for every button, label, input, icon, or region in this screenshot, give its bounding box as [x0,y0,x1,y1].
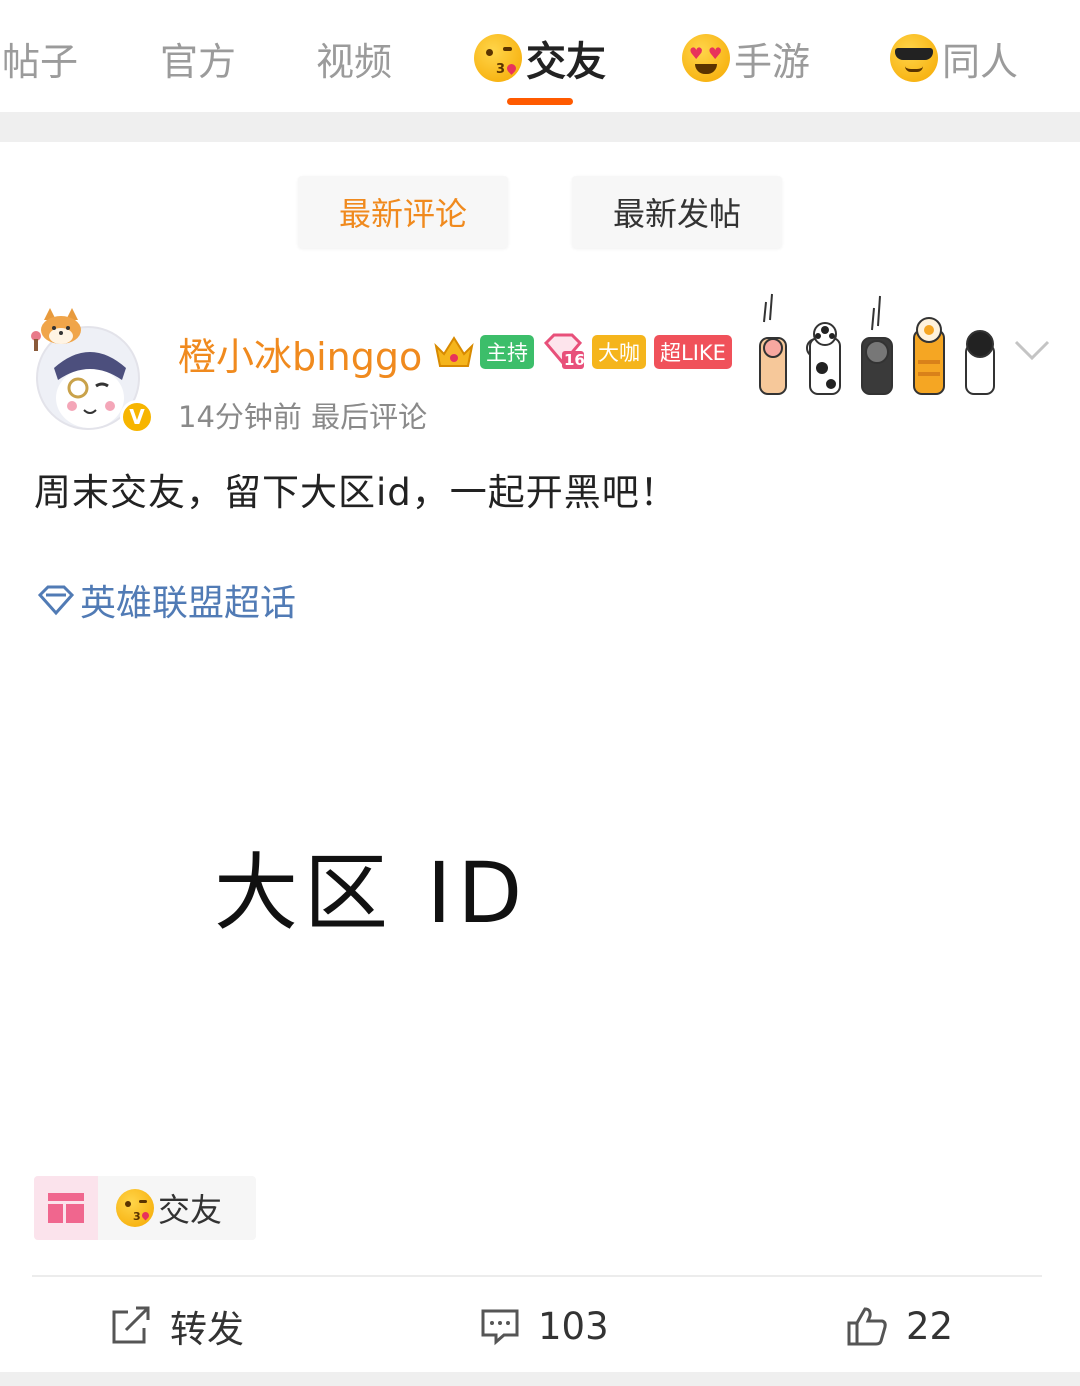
shiba-dog-icon [31,308,81,351]
vip-level: 16 [564,351,585,369]
tab-label: 同人 [942,39,1019,84]
topic-label: 英雄联盟超话 [80,583,297,624]
active-tab-indicator [507,98,573,105]
repost-icon [112,1306,150,1344]
thumbs-up-icon [847,1307,887,1346]
avatar[interactable]: V [30,306,154,434]
tab-official[interactable]: 官方 [160,28,236,88]
tab-mobile-games[interactable]: ♥ ♥ 手游 [682,28,810,88]
tab-fan-works[interactable]: 同人 [890,28,1018,88]
like-button[interactable]: 22 [846,1298,953,1354]
sort-latest-comment-button[interactable]: 最新评论 [298,176,508,248]
post-image[interactable]: 大区 ID [34,650,1044,1150]
image-text: 大区 ID [214,844,529,942]
sort-label: 最新发帖 [612,195,741,233]
tab-label: 官方 [160,39,237,84]
section-separator [0,112,1080,142]
layout-icon [48,1193,84,1223]
tag-label: 3 交友 [116,1185,222,1231]
big-shot-badge: 大咖 [592,335,646,369]
sunglasses-face-icon [890,34,938,82]
diamond-icon [37,585,75,616]
user-badges: 主持 16 大咖 超LIKE [432,332,740,372]
tag-icon-box [34,1176,98,1240]
action-divider [32,1275,1042,1277]
vip-diamond-icon: 16 [542,333,586,371]
like-count: 22 [906,1304,954,1348]
tab-label: 交友 [526,39,606,85]
post-tag-chip[interactable]: 3 交友 [34,1176,256,1240]
crown-icon [434,336,474,367]
chevron-down-icon[interactable] [1012,336,1052,366]
post-content: 周末交友，留下大区id，一起开黑吧！ [34,471,678,514]
tab-make-friends[interactable]: 3 交友 [474,28,606,88]
post-meta: 14分钟前 最后评论 [178,400,428,434]
comment-button[interactable]: 103 [480,1298,609,1354]
kissing-face-icon: 3 [474,34,522,82]
heart-eyes-icon: ♥ ♥ [682,34,730,82]
tab-posts[interactable]: 帖子 [2,28,78,88]
super-like-badge: 超LIKE [654,335,732,369]
tab-label: 帖子 [2,39,79,84]
repost-button[interactable]: 转发 [110,1298,244,1354]
username[interactable]: 橙小冰binggo [178,326,422,381]
tab-video[interactable]: 视频 [316,28,392,88]
verified-badge-icon: V [120,400,154,434]
comment-count: 103 [538,1304,609,1348]
tag-text: 交友 [158,1191,223,1229]
cat-paws-decoration-icon [759,293,995,395]
comment-icon [481,1309,519,1346]
tab-label: 视频 [316,39,393,84]
super-topic-link[interactable]: 英雄联盟超话 [36,574,296,626]
repost-label: 转发 [170,1308,244,1351]
channel-tab-bar: 帖子 官方 视频 3 交友 ♥ ♥ 手游 同人 [0,0,1080,112]
host-badge: 主持 [480,335,534,369]
kissing-face-icon: 3 [116,1189,154,1227]
bottom-separator [0,1372,1080,1386]
sort-label: 最新评论 [338,195,467,233]
tab-label: 手游 [734,39,811,84]
sort-latest-post-button[interactable]: 最新发帖 [572,176,782,248]
